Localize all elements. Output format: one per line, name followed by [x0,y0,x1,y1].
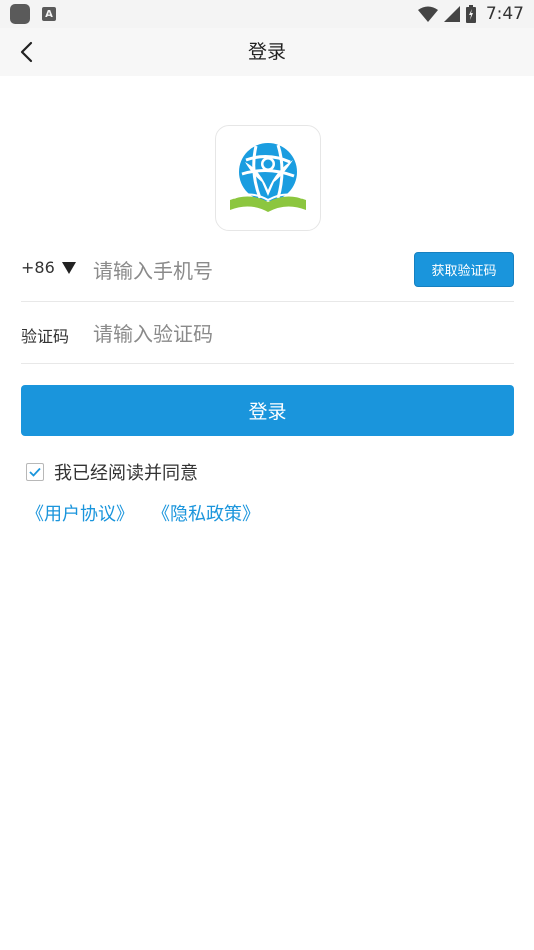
wifi-icon [417,6,438,22]
verify-code-row: 验证码 [21,303,514,364]
verify-code-input[interactable] [93,317,393,351]
check-icon [29,467,41,477]
login-page: A 7:47 登录 +86 请输入手机号 获取验证码 验证码 请输入验证码 登录… [0,0,534,950]
phone-row: +86 获取验证码 [21,240,514,302]
agreement-text: 我已经阅读并同意 [54,463,198,484]
verify-code-label: 验证码 [21,327,70,346]
login-button[interactable]: 登录 [21,385,514,436]
caret-down-icon [61,261,76,274]
back-button[interactable] [8,34,44,70]
get-code-button[interactable]: 获取验证码 [414,252,514,287]
status-time: 7:47 [485,4,524,24]
a-notification-icon: A [42,7,56,21]
status-bar-right: 7:47 [417,0,524,28]
country-code-label: +86 [21,258,55,277]
agreement-row: 我已经阅读并同意 [26,459,198,485]
chevron-left-icon [20,41,33,63]
agreement-checkbox[interactable] [26,463,44,481]
user-agreement-link[interactable]: 《用户协议》 [26,500,134,526]
privacy-policy-link[interactable]: 《隐私政策》 [152,500,260,526]
status-bar: A 7:47 [0,0,534,28]
country-code-selector[interactable]: +86 [21,258,76,277]
policy-links: 《用户协议》 《隐私政策》 [26,500,260,526]
phone-input[interactable] [93,254,393,288]
nav-bar: 登录 [0,28,534,76]
status-bar-left: A [0,4,56,24]
battery-icon [465,5,476,23]
cell-signal-icon [443,6,460,22]
app-notification-icon [10,4,30,24]
page-title: 登录 [247,41,286,63]
logo-emblem-icon [230,143,306,212]
app-logo [215,125,321,231]
